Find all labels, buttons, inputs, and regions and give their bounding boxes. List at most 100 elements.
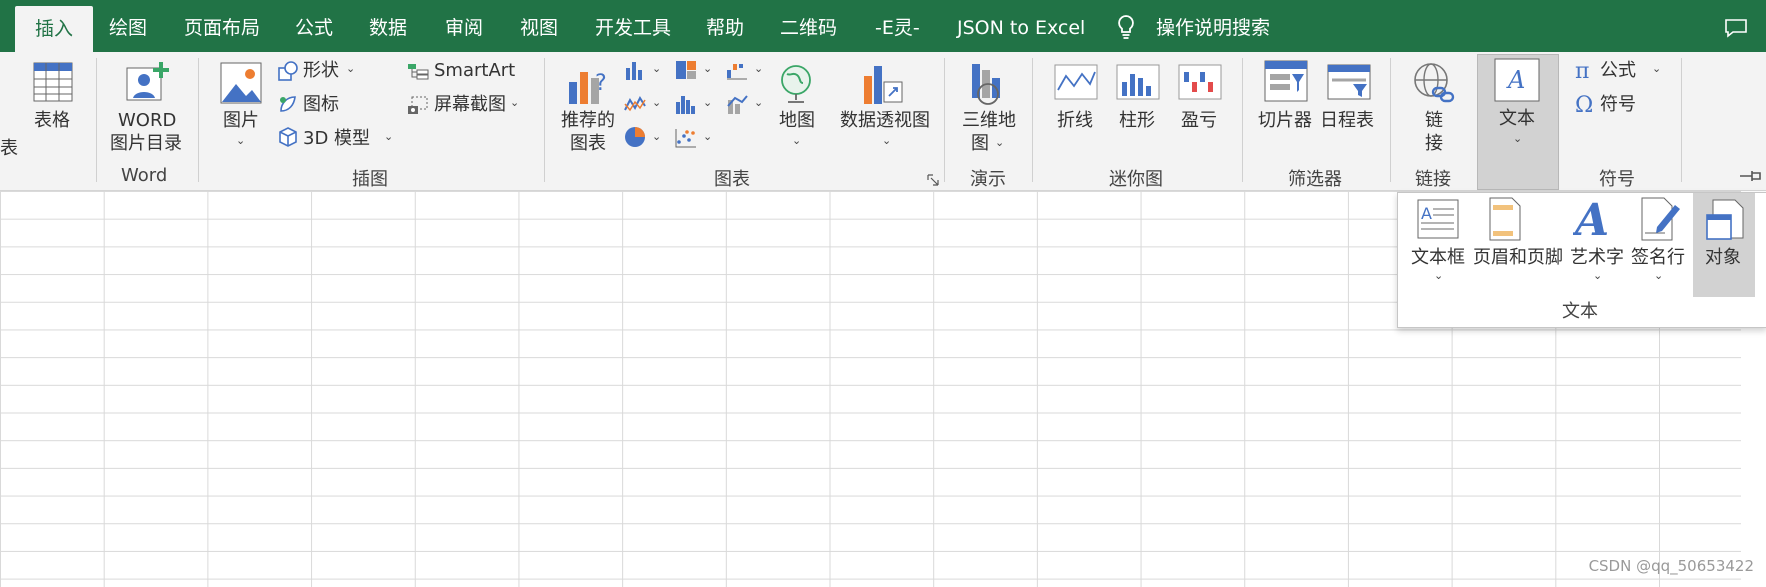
- 3d-model-icon[interactable]: [277, 126, 299, 152]
- sparkline-winloss-button[interactable]: 盈亏: [1181, 110, 1217, 132]
- icons-button[interactable]: 图标: [303, 93, 339, 117]
- group-label-text: 文本: [1562, 301, 1598, 322]
- header-footer-icon[interactable]: [1489, 197, 1521, 245]
- pivot-chart-icon[interactable]: [862, 62, 906, 110]
- link-button[interactable]: 链: [1425, 110, 1443, 132]
- smartart-icon[interactable]: [407, 62, 429, 84]
- recommended-charts-button[interactable]: 推荐的: [561, 110, 615, 132]
- word-picture-catalog-line2[interactable]: 图片目录: [110, 133, 182, 155]
- icons-icon[interactable]: [277, 93, 299, 119]
- statistic-chart-icon[interactable]: [675, 94, 697, 118]
- group-label-filters: 筛选器: [1288, 169, 1342, 190]
- pin-icon[interactable]: [1738, 168, 1762, 187]
- tab-data[interactable]: 数据: [369, 0, 407, 52]
- svg-text:A: A: [1421, 204, 1432, 223]
- chevron-down-icon: ⌄: [882, 134, 892, 147]
- tab-developer[interactable]: 开发工具: [595, 0, 671, 52]
- group-label-charts: 图表: [714, 169, 750, 190]
- ribbon-insert: 表 表格 WORD 图片目录 Word 图片 ⌄ 形状 ⌄ 图标 3D 模型 ⌄…: [0, 52, 1766, 191]
- tab-page-layout[interactable]: 页面布局: [184, 0, 260, 52]
- picture-button[interactable]: 图片: [223, 110, 259, 132]
- chevron-down-icon: ⌄: [384, 130, 394, 143]
- chevron-down-icon: ⌄: [510, 96, 520, 109]
- timeline-icon[interactable]: [1327, 64, 1371, 104]
- lightbulb-icon[interactable]: [1116, 14, 1136, 44]
- sparkline-column-icon[interactable]: [1116, 64, 1160, 104]
- tab-insert[interactable]: 插入: [15, 6, 94, 52]
- screenshot-icon[interactable]: [407, 94, 429, 120]
- 3d-map-button[interactable]: 三维地: [962, 110, 1016, 132]
- separator: [1032, 58, 1033, 182]
- header-footer-button[interactable]: 页眉和页脚: [1473, 247, 1563, 269]
- word-picture-catalog-icon[interactable]: [125, 60, 173, 108]
- 3d-map-line2[interactable]: 图: [971, 133, 989, 155]
- text-icon[interactable]: A: [1494, 58, 1540, 106]
- textbox-icon[interactable]: A: [1417, 199, 1459, 243]
- text-button-label[interactable]: 文本: [1499, 108, 1535, 130]
- smartart-button[interactable]: SmartArt: [434, 59, 515, 83]
- wordart-icon[interactable]: A: [1571, 195, 1613, 246]
- picture-icon[interactable]: [220, 62, 262, 108]
- waterfall-chart-icon[interactable]: [726, 60, 748, 84]
- line-chart-icon[interactable]: [624, 94, 646, 118]
- chevron-down-icon: ⌄: [1593, 269, 1603, 282]
- table-icon[interactable]: [33, 62, 73, 106]
- tab-eling[interactable]: -E灵-: [875, 0, 920, 52]
- group-label-sparklines: 迷你图: [1109, 169, 1163, 190]
- separator: [198, 58, 199, 182]
- 3d-map-icon[interactable]: [966, 60, 1010, 110]
- textbox-button[interactable]: 文本框: [1411, 247, 1465, 269]
- sparkline-column-button[interactable]: 柱形: [1119, 110, 1155, 132]
- shapes-button[interactable]: 形状: [303, 59, 339, 83]
- slicer-icon[interactable]: [1264, 60, 1308, 106]
- equation-button[interactable]: 公式: [1600, 59, 1636, 83]
- wordart-button[interactable]: 艺术字: [1570, 247, 1624, 269]
- object-button-label[interactable]: 对象: [1705, 247, 1741, 269]
- signature-line-button[interactable]: 签名行: [1631, 247, 1685, 269]
- equation-icon[interactable]: π: [1574, 58, 1598, 86]
- combo-chart-icon[interactable]: [726, 94, 748, 118]
- timeline-button[interactable]: 日程表: [1320, 110, 1374, 132]
- tab-draw[interactable]: 绘图: [109, 0, 147, 52]
- recommended-charts-icon[interactable]: ?: [565, 62, 613, 110]
- pie-chart-icon[interactable]: [624, 126, 646, 152]
- chevron-down-icon: ⌄: [792, 134, 802, 147]
- sparkline-winloss-icon[interactable]: [1178, 64, 1222, 104]
- search-box[interactable]: 操作说明搜索: [1156, 0, 1270, 52]
- screenshot-button[interactable]: 屏幕截图: [434, 93, 506, 117]
- svg-text:?: ?: [595, 71, 607, 96]
- word-picture-catalog-button[interactable]: WORD: [118, 110, 176, 132]
- pivot-chart-button[interactable]: 数据透视图: [840, 110, 930, 132]
- recommended-charts-line2[interactable]: 图表: [570, 133, 606, 155]
- tab-review[interactable]: 审阅: [445, 0, 483, 52]
- link-line2[interactable]: 接: [1425, 133, 1443, 155]
- slicer-button[interactable]: 切片器: [1258, 110, 1312, 132]
- chevron-down-icon: ⌄: [1513, 132, 1523, 145]
- sparkline-line-icon[interactable]: [1054, 64, 1098, 104]
- hierarchy-chart-icon[interactable]: [675, 60, 697, 84]
- column-chart-icon[interactable]: [624, 60, 646, 84]
- object-icon[interactable]: [1705, 199, 1747, 247]
- link-icon[interactable]: [1411, 60, 1457, 110]
- sparkline-line-button[interactable]: 折线: [1057, 110, 1093, 132]
- tab-json-to-excel[interactable]: JSON to Excel: [957, 0, 1085, 52]
- tab-formulas[interactable]: 公式: [295, 0, 333, 52]
- scatter-chart-icon[interactable]: [675, 128, 697, 152]
- 3d-model-button[interactable]: 3D 模型: [303, 127, 370, 151]
- chevron-down-icon: ⌄: [703, 62, 713, 75]
- symbol-button[interactable]: 符号: [1600, 93, 1636, 117]
- tab-view[interactable]: 视图: [520, 0, 558, 52]
- omega-icon[interactable]: Ω: [1574, 92, 1598, 120]
- table-button[interactable]: 表格: [34, 110, 70, 132]
- tab-help[interactable]: 帮助: [706, 0, 744, 52]
- shapes-icon[interactable]: [277, 60, 299, 86]
- comment-icon[interactable]: [1724, 18, 1748, 42]
- signature-line-icon[interactable]: [1641, 197, 1683, 245]
- chevron-down-icon: ⌄: [995, 136, 1005, 149]
- dialog-launcher-icon[interactable]: [927, 171, 939, 190]
- tab-qrcode[interactable]: 二维码: [780, 0, 837, 52]
- map-button[interactable]: 地图: [779, 110, 815, 132]
- table-partial-label[interactable]: 表: [0, 138, 18, 160]
- separator: [1242, 58, 1243, 182]
- map-icon[interactable]: [777, 62, 815, 110]
